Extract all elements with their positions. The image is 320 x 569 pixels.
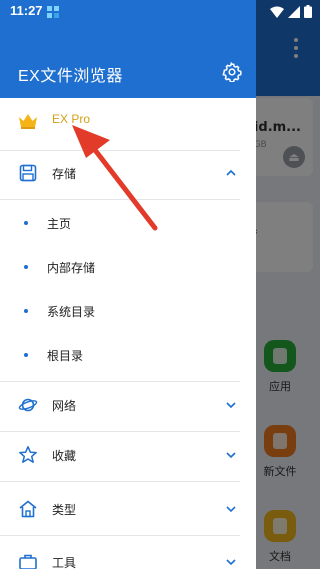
menu-item-label: 网络 xyxy=(52,399,77,413)
menu-item-label: 工具 xyxy=(52,556,77,569)
divider xyxy=(0,481,240,482)
app-title: EX文件浏览器 xyxy=(18,68,123,85)
storage-item-system[interactable]: 系统目录 xyxy=(0,291,256,331)
divider xyxy=(0,199,240,200)
storage-item-internal[interactable]: 内部存储 xyxy=(0,247,256,287)
bullet-icon xyxy=(24,353,28,357)
bullet-icon xyxy=(24,265,28,269)
home-icon xyxy=(19,500,37,518)
bullet-icon xyxy=(24,309,28,313)
crown-icon xyxy=(19,114,37,129)
toolbox-icon xyxy=(19,554,37,569)
menu-item-types[interactable]: 类型 xyxy=(0,489,256,529)
chevron-down-icon xyxy=(226,452,236,459)
storage-item-label: 内部存储 xyxy=(47,261,96,275)
chevron-up-icon xyxy=(226,169,236,176)
storage-item-root[interactable]: 根目录 xyxy=(0,335,256,375)
planet-icon xyxy=(18,398,38,412)
divider xyxy=(0,381,240,382)
storage-item-label: 主页 xyxy=(47,217,72,231)
status-time: 11:27 xyxy=(10,3,43,18)
divider xyxy=(0,535,240,536)
menu-item-network[interactable]: 网络 xyxy=(0,385,256,425)
bullet-icon xyxy=(24,221,28,225)
menu-item-favorites[interactable]: 收藏 xyxy=(0,435,256,475)
menu-item-label: 收藏 xyxy=(52,449,77,463)
ex-pro-label: EX Pro xyxy=(52,112,91,126)
navigation-drawer: EX文件浏览器 EX Pro 存储 主页 内部存储 系统目录 根目录 网络 收藏… xyxy=(0,0,256,569)
settings-gear-icon[interactable] xyxy=(222,62,242,82)
storage-item-home[interactable]: 主页 xyxy=(0,203,256,243)
storage-item-label: 根目录 xyxy=(47,349,84,363)
status-bar: 11:27 xyxy=(0,0,320,24)
floppy-disk-icon xyxy=(19,164,37,182)
chevron-down-icon xyxy=(226,506,236,513)
star-icon xyxy=(19,446,37,463)
battery-icon xyxy=(304,5,312,18)
notification-app-icon xyxy=(47,6,59,18)
chevron-down-icon xyxy=(226,402,236,409)
menu-item-label: 类型 xyxy=(52,503,77,517)
signal-icon xyxy=(288,5,300,18)
menu-item-tools[interactable]: 工具 xyxy=(0,542,256,569)
divider xyxy=(0,150,240,151)
storage-item-label: 系统目录 xyxy=(47,305,96,319)
divider xyxy=(0,431,240,432)
ex-pro-item[interactable]: EX Pro xyxy=(0,100,256,142)
storage-section-header[interactable]: 存储 xyxy=(0,153,256,193)
chevron-down-icon xyxy=(226,559,236,566)
storage-label: 存储 xyxy=(52,167,77,181)
wifi-icon xyxy=(270,6,284,18)
